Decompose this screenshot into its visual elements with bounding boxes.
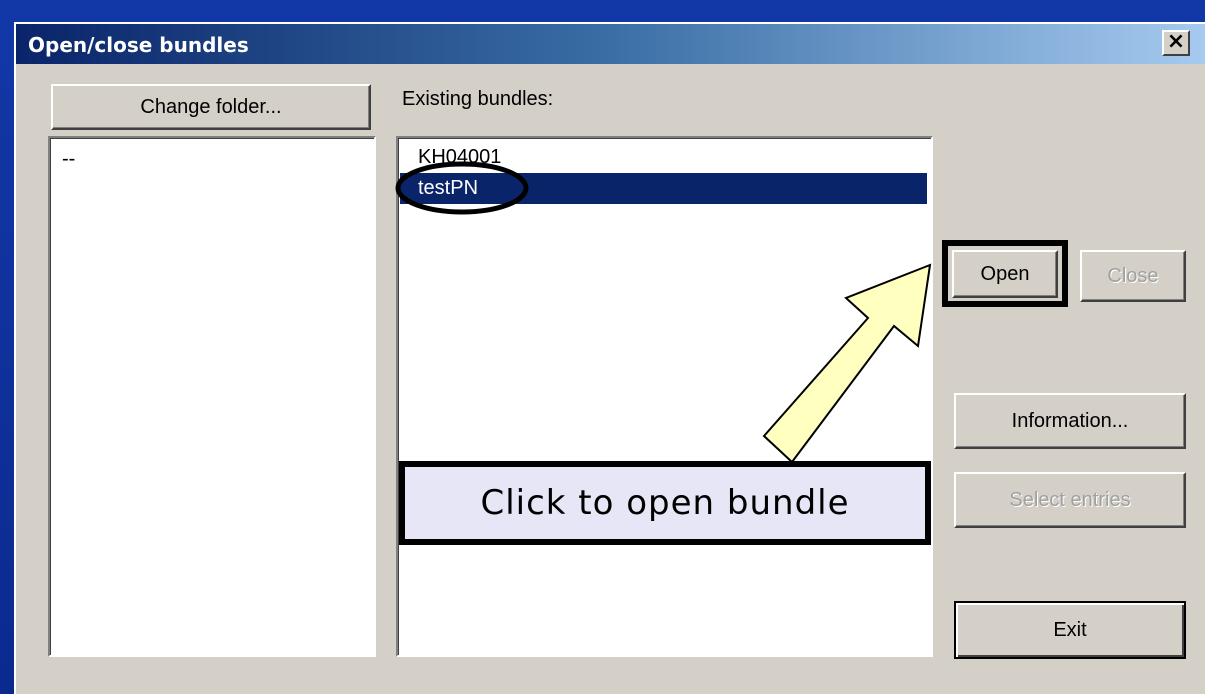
annotation-overlay <box>395 161 932 464</box>
highlight-ellipse <box>395 161 529 215</box>
annotation-callout: Click to open bundle <box>399 461 931 545</box>
callout-text: Click to open bundle <box>480 483 850 523</box>
arrow-icon <box>762 263 932 464</box>
